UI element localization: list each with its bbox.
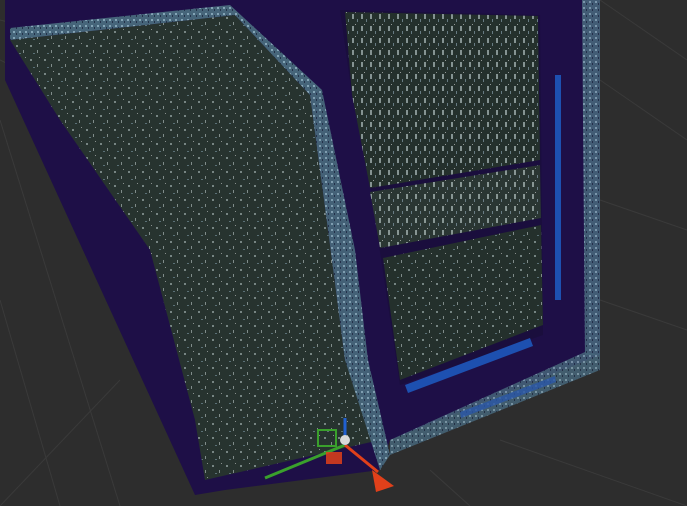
frame-right-edge [582,0,600,355]
grid-line [599,199,687,231]
grid-line [0,379,121,506]
glass-upper-speckle [345,12,540,188]
window-frame[interactable] [5,0,600,495]
scene-canvas[interactable] [0,0,687,506]
axis-z-handle-icon[interactable] [340,435,350,445]
glass-accent-right [555,75,561,300]
grid-line [499,439,687,506]
3d-viewport[interactable] [0,0,687,506]
axis-x-handle-icon[interactable] [326,452,342,464]
grid-line [599,299,687,331]
grid-line [429,469,471,506]
move-arrow-icon[interactable] [372,470,394,492]
grid-line [599,79,687,141]
grid-line [599,0,687,61]
